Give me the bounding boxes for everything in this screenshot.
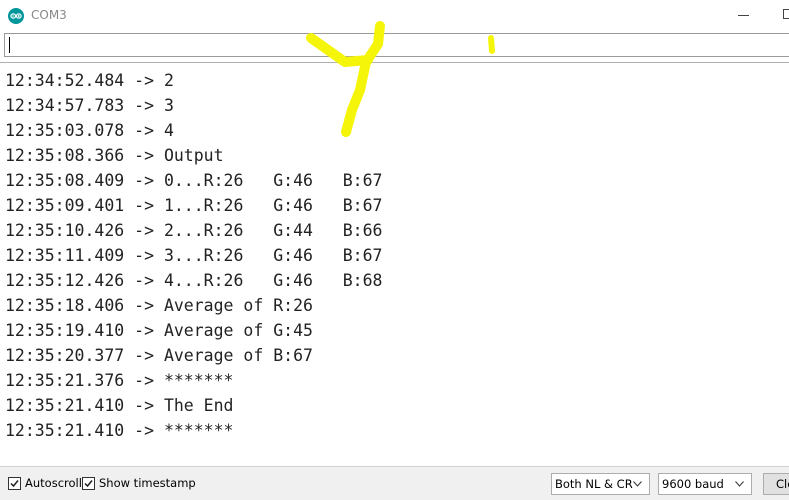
show-timestamp-label: Show timestamp [99,476,196,490]
checkmark-icon [10,480,19,488]
checkmark-icon [84,480,93,488]
output-line: 12:35:21.410 -> The End [5,396,234,415]
arduino-icon [8,8,24,24]
output-line: 12:35:18.406 -> Average of R:26 [5,296,313,315]
output-line: 12:35:21.410 -> ******* [5,421,234,440]
baud-rate-value: 9600 baud [662,477,724,491]
show-timestamp-checkbox[interactable] [82,477,95,490]
serial-monitor-window: COM3 12:34:52.484 -> 2 12:34:57.783 -> 3… [0,0,789,500]
maximize-icon[interactable] [783,9,789,19]
autoscroll-label: Autoscroll [25,476,82,490]
output-line: 12:35:11.409 -> 3...R:26 G:46 B:67 [5,246,383,265]
text-caret [9,37,10,53]
autoscroll-checkbox[interactable] [8,477,21,490]
output-line: 12:35:03.078 -> 4 [5,121,174,140]
chevron-down-icon [735,481,744,487]
output-line: 12:35:08.366 -> Output [5,146,224,165]
serial-output[interactable]: 12:34:52.484 -> 2 12:34:57.783 -> 3 12:3… [0,63,789,466]
line-ending-select[interactable]: Both NL & CR [551,473,650,495]
chevron-down-icon [633,481,642,487]
output-line: 12:34:57.783 -> 3 [5,96,174,115]
minimize-icon[interactable] [738,15,749,16]
clear-output-button[interactable]: Clear output [763,473,789,495]
output-line: 12:35:20.377 -> Average of B:67 [5,346,313,365]
send-input[interactable] [4,33,789,57]
output-line: 12:35:09.401 -> 1...R:26 G:46 B:67 [5,196,383,215]
output-line: 12:35:21.376 -> ******* [5,371,234,390]
line-ending-value: Both NL & CR [555,477,633,491]
output-line: 12:34:52.484 -> 2 [5,71,174,90]
send-row [0,32,789,62]
baud-rate-select[interactable]: 9600 baud [658,473,752,495]
output-line: 12:35:12.426 -> 4...R:26 G:46 B:68 [5,271,383,290]
output-line: 12:35:08.409 -> 0...R:26 G:46 B:67 [5,171,383,190]
window-title: COM3 [31,8,67,22]
status-toolbar: Autoscroll Show timestamp Both NL & CR 9… [0,466,789,500]
output-line: 12:35:10.426 -> 2...R:26 G:44 B:66 [5,221,383,240]
title-bar: COM3 [0,0,789,32]
output-line: 12:35:19.410 -> Average of G:45 [5,321,313,340]
